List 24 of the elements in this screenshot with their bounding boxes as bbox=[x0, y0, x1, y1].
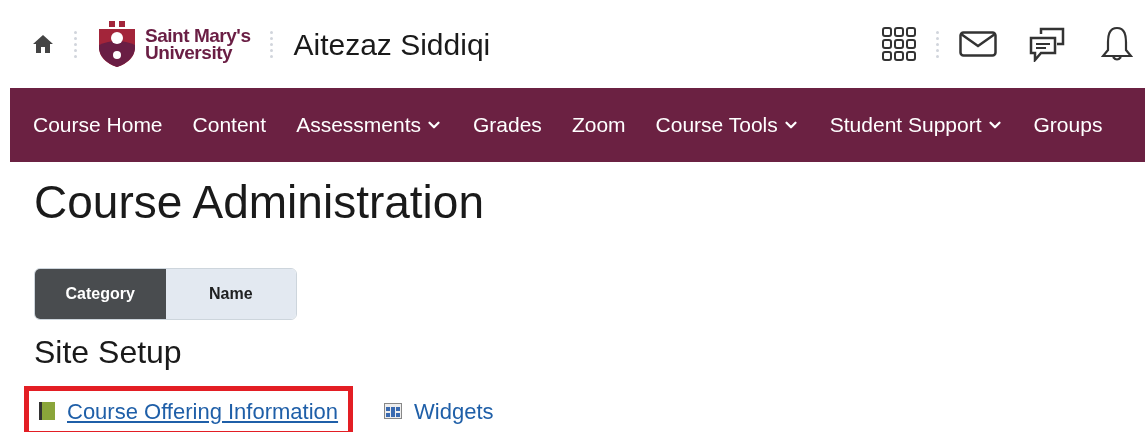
nav-item[interactable]: Content bbox=[192, 109, 267, 141]
user-name: Aitezaz Siddiqi bbox=[293, 26, 491, 63]
page-title: Course Administration bbox=[34, 175, 485, 230]
bell-icon[interactable] bbox=[1101, 26, 1133, 62]
view-toggle-tab[interactable]: Name bbox=[165, 269, 296, 319]
widget-icon bbox=[384, 403, 403, 419]
course-tool-link[interactable]: Course Offering Information bbox=[67, 394, 339, 428]
home-icon[interactable] bbox=[32, 34, 54, 54]
nav-item[interactable]: Course Tools bbox=[655, 109, 800, 141]
shield-logo-icon[interactable] bbox=[97, 21, 137, 67]
nav-item[interactable]: Grades bbox=[473, 109, 542, 141]
chat-icon[interactable] bbox=[1029, 26, 1065, 62]
nav-item[interactable]: Course Home bbox=[33, 109, 163, 141]
logo-text: Saint Mary's bbox=[145, 27, 251, 44]
grid-icon[interactable] bbox=[882, 27, 916, 61]
course-tool-link[interactable]: Widgets bbox=[414, 394, 494, 428]
nav-item[interactable]: Student Support bbox=[829, 109, 1004, 141]
nav-item[interactable]: Zoom bbox=[571, 109, 626, 141]
nav-item[interactable]: Assessments bbox=[296, 109, 443, 141]
mail-icon[interactable] bbox=[959, 31, 997, 57]
view-toggle-tab[interactable]: Category bbox=[35, 269, 166, 319]
book-icon bbox=[39, 402, 55, 420]
section-title: Site Setup bbox=[34, 333, 183, 372]
nav-item[interactable]: Groups bbox=[1033, 109, 1103, 141]
